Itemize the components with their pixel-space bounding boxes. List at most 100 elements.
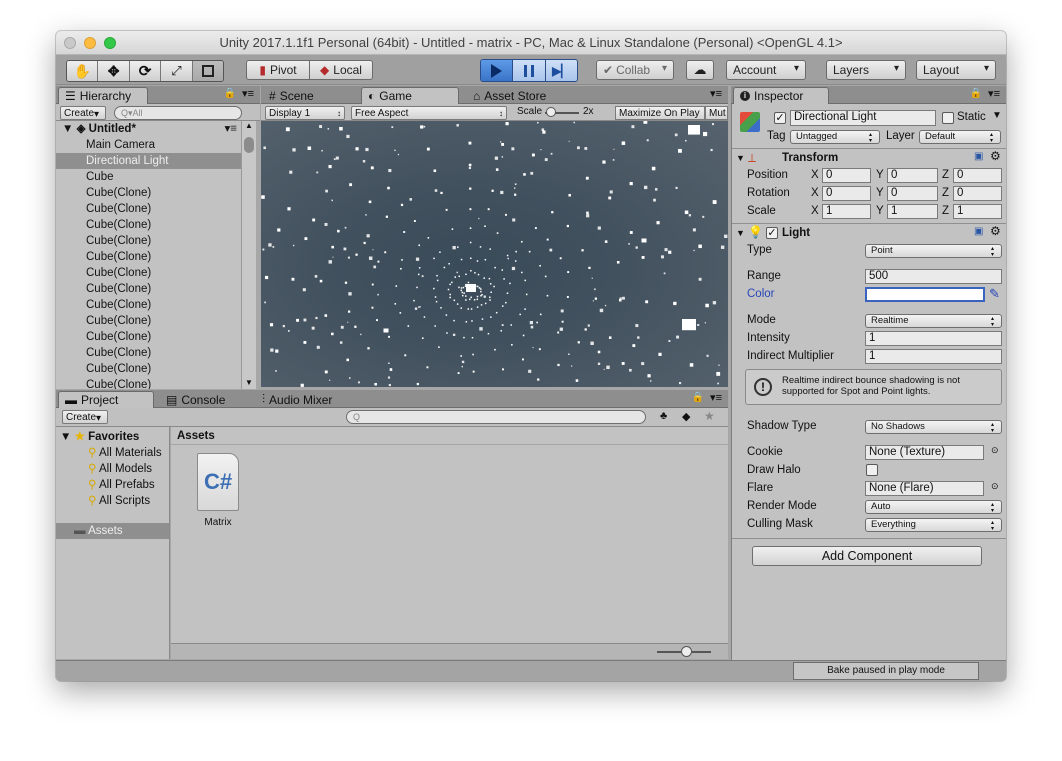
scale-tool-button[interactable]: ⤢ — [161, 61, 193, 81]
hierarchy-item[interactable]: Cube(Clone) — [56, 201, 241, 217]
favorite-item[interactable]: ⚲ All Models — [56, 461, 169, 477]
panel-menu-icon[interactable]: ▾≡ — [242, 87, 254, 100]
help-book-icon[interactable]: ▣ — [974, 151, 983, 162]
rotation-y-field[interactable]: 0 — [887, 186, 938, 201]
layout-dropdown[interactable]: Layout — [916, 60, 996, 80]
foldout-triangle-icon[interactable]: ▼ — [736, 228, 745, 238]
filter-type-icon[interactable]: ♣ — [660, 410, 667, 422]
hierarchy-item[interactable]: Cube(Clone) — [56, 249, 241, 265]
breadcrumb-assets[interactable]: Assets — [177, 430, 215, 442]
step-button[interactable]: ▶▏ — [545, 60, 577, 81]
scale-y-field[interactable]: 1 — [887, 204, 938, 219]
game-view[interactable] — [261, 121, 728, 387]
hierarchy-item[interactable]: Cube(Clone) — [56, 281, 241, 297]
display-dropdown[interactable]: Display 1 ↕ — [265, 106, 345, 120]
tab-hierarchy[interactable]: ☰ Hierarchy — [58, 87, 148, 104]
static-checkbox[interactable] — [942, 112, 954, 124]
transform-title[interactable]: Transform — [782, 152, 838, 164]
icon-size-slider-handle[interactable] — [681, 646, 692, 657]
layer-dropdown[interactable]: Default — [919, 130, 1001, 144]
cookie-field[interactable]: None (Texture) — [865, 445, 984, 460]
lock-icon[interactable]: 🔒 — [224, 88, 236, 99]
scale-x-field[interactable]: 1 — [822, 204, 871, 219]
hierarchy-item[interactable]: Cube(Clone) — [56, 297, 241, 313]
object-name-field[interactable]: Directional Light — [790, 110, 936, 126]
tab-project[interactable]: ▬ Project — [58, 391, 154, 408]
chevron-down-icon[interactable]: ▼ — [992, 110, 1002, 121]
hierarchy-item[interactable]: Cube(Clone) — [56, 265, 241, 281]
lock-icon[interactable]: 🔒 — [692, 392, 704, 403]
star-icon[interactable]: ★ — [704, 409, 715, 423]
scale-slider-handle[interactable] — [546, 107, 556, 117]
project-create-button[interactable]: Create — [62, 410, 108, 424]
favorite-item[interactable]: ⚲ All Prefabs — [56, 477, 169, 493]
hierarchy-item-selected[interactable]: Directional Light — [56, 153, 241, 169]
panel-menu-icon[interactable]: ▾≡ — [710, 391, 722, 404]
gear-icon[interactable]: ⚙ — [990, 149, 1001, 163]
scrollbar-thumb[interactable] — [244, 137, 254, 153]
hierarchy-scrollbar[interactable]: ▲ ▼ — [241, 121, 256, 389]
object-picker-icon[interactable]: ⊙ — [991, 445, 999, 456]
panel-menu-icon[interactable]: ▾≡ — [988, 87, 1000, 100]
tab-console[interactable]: ▤ Console — [160, 391, 250, 408]
culling-mask-dropdown[interactable]: Everything — [865, 518, 1002, 532]
render-mode-dropdown[interactable]: Auto — [865, 500, 1002, 514]
local-button[interactable]: ◆ Local — [310, 60, 373, 80]
indirect-multiplier-field[interactable]: 1 — [865, 349, 1002, 364]
rect-tool-button[interactable] — [192, 61, 223, 81]
assets-folder-item[interactable]: ▬ Assets — [56, 523, 169, 539]
help-book-icon[interactable]: ▣ — [974, 226, 983, 237]
cloud-button[interactable]: ☁ — [686, 60, 714, 80]
rotation-x-field[interactable]: 0 — [822, 186, 871, 201]
tab-audio-mixer[interactable]: ⫶ Audio Mixer — [256, 391, 366, 408]
color-swatch[interactable] — [865, 287, 985, 302]
position-y-field[interactable]: 0 — [887, 168, 938, 183]
pivot-button[interactable]: ▮ Pivot — [246, 60, 310, 80]
scene-root-item[interactable]: ▼ ◈ Untitled* ▾≡ — [56, 121, 241, 137]
favorites-item[interactable]: ▼ ★ Favorites — [56, 429, 169, 445]
scroll-down-icon[interactable]: ▼ — [242, 378, 256, 387]
hierarchy-item[interactable]: Cube(Clone) — [56, 233, 241, 249]
hierarchy-search-input[interactable]: Q▾All — [114, 106, 242, 120]
hierarchy-item[interactable]: Cube(Clone) — [56, 345, 241, 361]
type-dropdown[interactable]: Point — [865, 244, 1002, 258]
tag-dropdown[interactable]: Untagged — [790, 130, 880, 144]
position-x-field[interactable]: 0 — [822, 168, 871, 183]
light-title[interactable]: Light — [782, 227, 810, 239]
favorite-item[interactable]: ⚲ All Materials — [56, 445, 169, 461]
draw-halo-checkbox[interactable] — [866, 464, 878, 476]
move-tool-button[interactable]: ✥ — [98, 61, 130, 81]
mode-dropdown[interactable]: Realtime — [865, 314, 1002, 328]
hierarchy-item[interactable]: Cube(Clone) — [56, 361, 241, 377]
aspect-dropdown[interactable]: Free Aspect ↕ — [351, 106, 507, 120]
hand-tool-button[interactable]: ✋ — [67, 61, 99, 81]
hierarchy-create-button[interactable]: Create — [60, 106, 106, 120]
intensity-field[interactable]: 1 — [865, 331, 1002, 346]
gear-icon[interactable]: ⚙ — [990, 224, 1001, 238]
lock-icon[interactable]: 🔒 — [970, 88, 982, 99]
hierarchy-item[interactable]: Cube(Clone) — [56, 329, 241, 345]
range-field[interactable]: 500 — [865, 269, 1002, 284]
pause-button[interactable] — [513, 60, 546, 81]
hierarchy-item[interactable]: Cube(Clone) — [56, 217, 241, 233]
flare-field[interactable]: None (Flare) — [865, 481, 984, 496]
hierarchy-item[interactable]: Cube(Clone) — [56, 185, 241, 201]
foldout-triangle-icon[interactable]: ▼ — [736, 153, 745, 163]
play-button[interactable] — [481, 60, 514, 81]
tab-inspector[interactable]: i Inspector — [733, 87, 829, 104]
asset-tile[interactable]: C# Matrix — [195, 453, 241, 528]
scale-z-field[interactable]: 1 — [953, 204, 1002, 219]
active-checkbox[interactable]: ✓ — [774, 112, 786, 124]
panel-menu-icon[interactable]: ▾≡ — [710, 87, 722, 100]
rotation-z-field[interactable]: 0 — [953, 186, 1002, 201]
hierarchy-item[interactable]: Cube — [56, 169, 241, 185]
add-component-button[interactable]: Add Component — [752, 546, 982, 566]
mute-audio-toggle[interactable]: Mut — [705, 106, 728, 120]
tab-scene[interactable]: # Scene — [263, 87, 353, 104]
favorite-item[interactable]: ⚲ All Scripts — [56, 493, 169, 509]
tab-asset-store[interactable]: ⌂ Asset Store — [467, 87, 567, 104]
tag-icon[interactable]: ◆ — [682, 410, 690, 423]
position-z-field[interactable]: 0 — [953, 168, 1002, 183]
hierarchy-item[interactable]: Main Camera — [56, 137, 241, 153]
layers-dropdown[interactable]: Layers — [826, 60, 906, 80]
